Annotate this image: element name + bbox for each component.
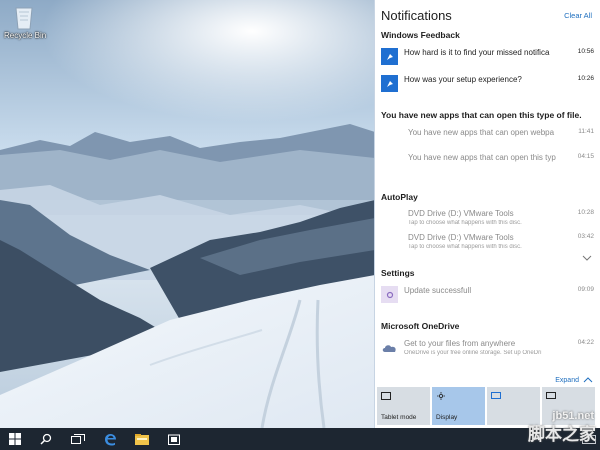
chevron-down-icon[interactable] <box>582 255 592 261</box>
notification-item[interactable]: DVD Drive (D:) VMware Tools Tap to choos… <box>375 233 600 261</box>
dvd-drive-icon <box>381 209 398 226</box>
notification-subtext: OneDrive is your free online storage. Se… <box>404 350 542 356</box>
notification-time: 04:15 <box>577 153 594 160</box>
windows-start-icon <box>9 433 21 445</box>
settings-gear-icon <box>381 286 398 303</box>
notification-text: DVD Drive (D:) VMware Tools <box>408 233 514 242</box>
notification-item[interactable]: Get to your files from anywhere OneDrive… <box>375 339 600 356</box>
project-icon <box>491 392 501 399</box>
task-view-button[interactable] <box>62 428 94 450</box>
store-button[interactable] <box>158 428 190 450</box>
search-icon <box>40 433 52 445</box>
brightness-icon <box>437 392 445 400</box>
display-tile[interactable]: Display <box>432 387 485 425</box>
connect-icon <box>546 392 556 399</box>
notification-text: You have new apps that can open webpa <box>408 128 555 137</box>
action-center-header: Notifications Clear All <box>375 0 600 30</box>
notification-subtext: Tap to choose what happens with this dis… <box>408 244 522 250</box>
notification-item[interactable]: How was your setup experience? 10:26 <box>375 75 600 92</box>
group-title-onedrive: Microsoft OneDrive <box>381 321 460 331</box>
group-title-windows-feedback: Windows Feedback <box>381 30 460 40</box>
notification-text: Get to your files from anywhere <box>404 339 516 348</box>
tile-label: Display <box>436 414 458 421</box>
notification-time: 11:41 <box>578 128 594 135</box>
expand-label: Expand <box>555 376 579 384</box>
notification-text: How hard is it to find your missed notif… <box>404 48 550 57</box>
file-explorer-icon <box>135 433 149 445</box>
taskbar <box>0 428 600 450</box>
app-icon <box>381 128 398 145</box>
notification-item[interactable]: You have new apps that can open this typ… <box>375 153 600 170</box>
notifications-title: Notifications <box>381 7 452 23</box>
dvd-drive-icon <box>381 233 398 250</box>
notification-time: 10:26 <box>577 75 594 82</box>
store-icon <box>168 434 180 445</box>
edge-browser-icon <box>104 433 116 445</box>
recycle-bin-icon <box>15 7 33 30</box>
group-title-new-apps: You have new apps that can open this typ… <box>381 110 582 120</box>
search-button[interactable] <box>30 428 62 450</box>
group-title-autoplay: AutoPlay <box>381 192 418 202</box>
notification-text: DVD Drive (D:) VMware Tools <box>408 209 514 218</box>
notification-time: 09:09 <box>577 286 594 293</box>
notification-item[interactable]: How hard is it to find your missed notif… <box>375 48 600 65</box>
expand-button[interactable]: Expand <box>375 373 600 387</box>
task-view-icon <box>71 434 85 444</box>
file-explorer-button[interactable] <box>126 428 158 450</box>
notification-time: 10:28 <box>577 209 594 216</box>
tile-label: Tablet mode <box>381 414 417 421</box>
tablet-mode-icon <box>381 392 391 400</box>
clear-all-button[interactable]: Clear All <box>564 11 592 20</box>
chevron-up-icon <box>583 377 593 383</box>
recycle-bin-shortcut[interactable]: Recycle Bin <box>4 4 47 40</box>
watermark-text: 脚本之家 <box>528 425 596 444</box>
action-center-panel: Notifications Clear All Windows Feedback… <box>374 0 600 428</box>
notification-item[interactable]: You have new apps that can open webpa 11… <box>375 128 600 145</box>
feedback-icon <box>381 75 398 92</box>
app-icon <box>381 153 398 170</box>
recycle-bin-label: Recycle Bin <box>4 31 47 40</box>
notification-time: 10:56 <box>577 48 594 55</box>
notification-text: Update successfull <box>404 286 472 295</box>
edge-button[interactable] <box>94 428 126 450</box>
feedback-icon <box>381 48 398 65</box>
notification-time: 03:42 <box>577 233 594 240</box>
notification-text: You have new apps that can open this typ <box>408 153 556 162</box>
group-title-settings: Settings <box>381 268 415 278</box>
notification-subtext: Tap to choose what happens with this dis… <box>408 220 522 226</box>
tablet-mode-tile[interactable]: Tablet mode <box>377 387 430 425</box>
start-button[interactable] <box>0 428 30 450</box>
onedrive-cloud-icon <box>381 339 398 356</box>
notification-time: 04:22 <box>577 339 594 346</box>
notification-text: How was your setup experience? <box>404 75 522 84</box>
notification-item[interactable]: Update successfull 09:09 <box>375 286 600 303</box>
notification-item[interactable]: DVD Drive (D:) VMware Tools Tap to choos… <box>375 209 600 226</box>
